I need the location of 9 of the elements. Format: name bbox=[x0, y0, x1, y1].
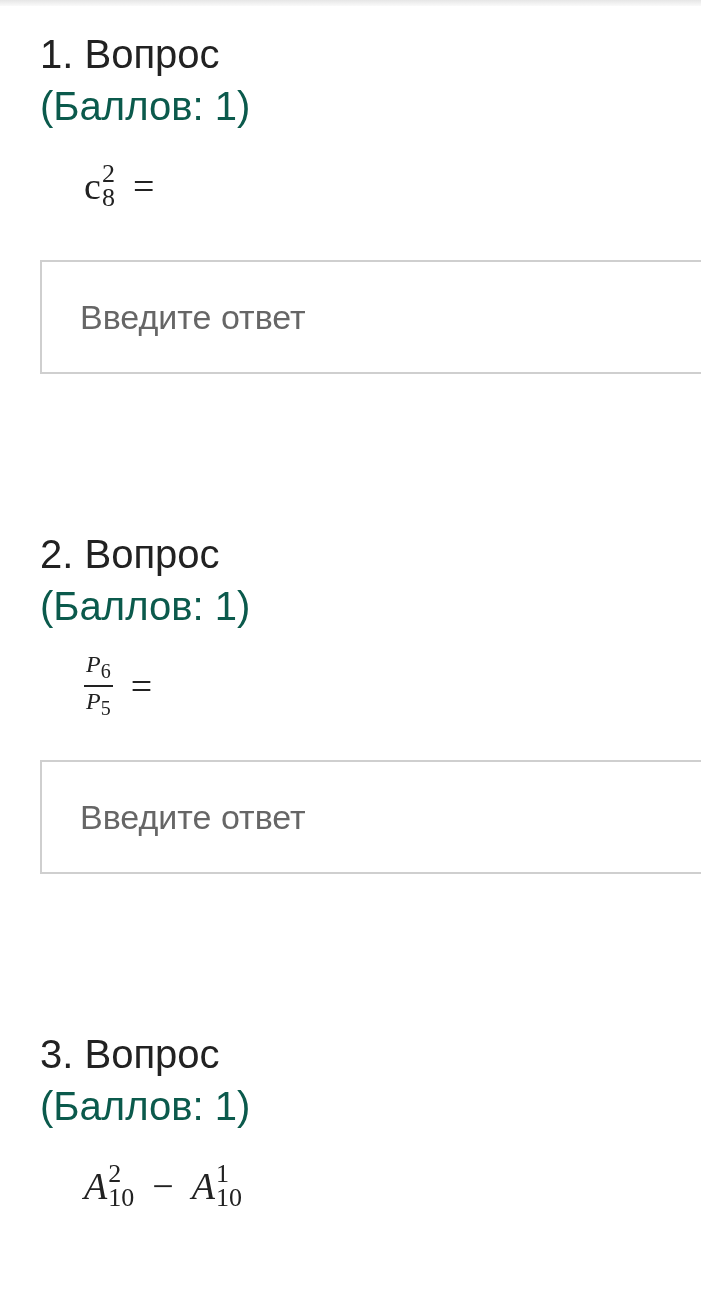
question-title: 3. Вопрос bbox=[40, 1031, 221, 1078]
question-title: 2. Вопрос bbox=[40, 531, 221, 578]
question-points: (Баллов: 1) bbox=[40, 1083, 252, 1130]
question-title: 1. Вопрос bbox=[40, 31, 221, 78]
question-points: (Баллов: 1) bbox=[40, 583, 252, 630]
answer-field[interactable]: Введите ответ bbox=[40, 260, 701, 374]
answer-field[interactable]: Введите ответ bbox=[40, 760, 701, 874]
math-formula: P$_{6}$ P$_{5}$ = bbox=[84, 649, 154, 721]
question-points: (Баллов: 1) bbox=[40, 83, 252, 130]
